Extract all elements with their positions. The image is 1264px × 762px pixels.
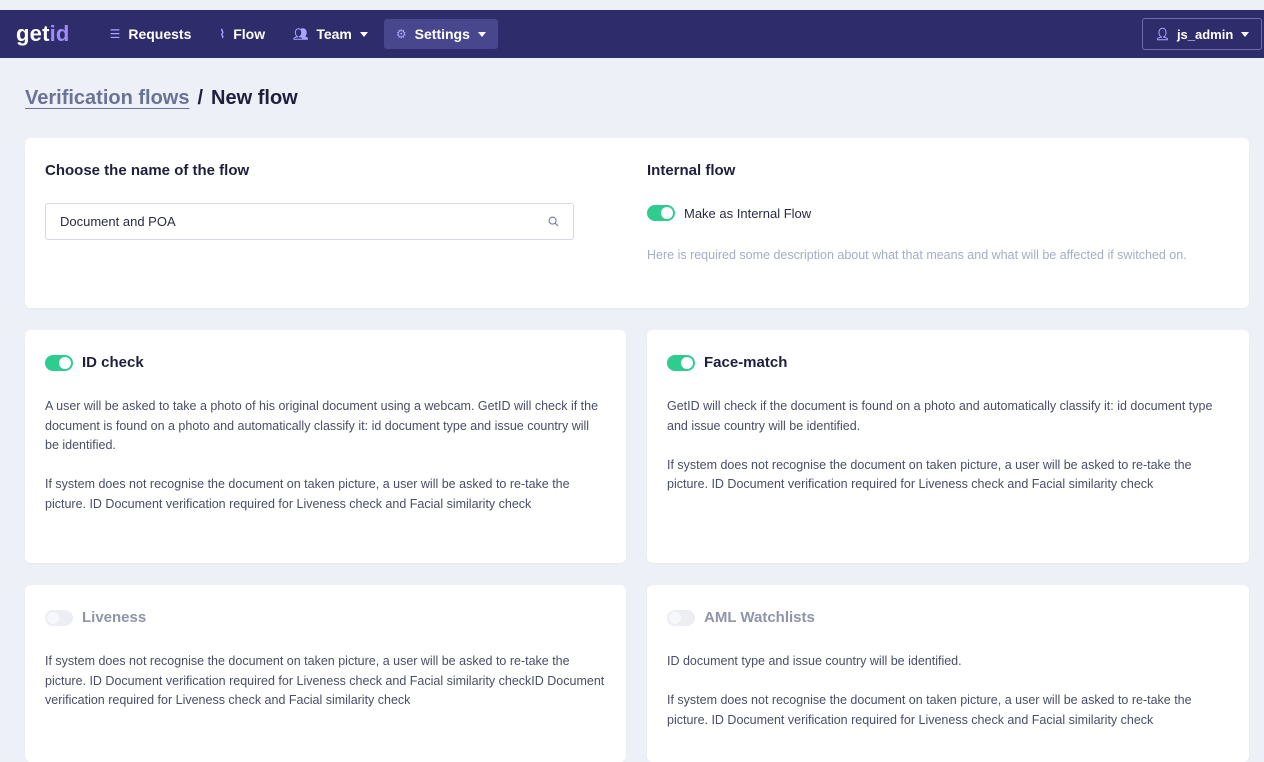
feature-title: AML Watchlists (704, 609, 815, 626)
user-menu-button[interactable]: 👤︎ js_admin (1142, 18, 1262, 50)
feature-description: ID document type and issue country will … (667, 652, 1227, 730)
list-icon: ☰ (109, 27, 121, 41)
internal-flow-toggle-label: Make as Internal Flow (684, 205, 812, 221)
internal-flow-toggle[interactable] (647, 205, 675, 221)
user-icon: 👤︎ (1154, 27, 1170, 41)
feature-paragraph: If system does not recognise the documen… (45, 654, 605, 707)
main-nav: ☰ Requests ⌇ Flow 👥︎ Team ⚙ Settings (98, 10, 502, 58)
breadcrumb-separator: / (197, 87, 204, 109)
getid-logo[interactable]: getid (16, 21, 70, 47)
feature-header: AML Watchlists (667, 609, 815, 626)
breadcrumb: Verification flows / New flow (25, 87, 298, 110)
feature-paragraph: If system does not recognise the documen… (45, 477, 570, 511)
chevron-down-icon (1241, 31, 1250, 37)
flow-name-value: Document and POA (60, 214, 176, 229)
nav-settings-label: Settings (414, 26, 470, 42)
flow-settings-card: Choose the name of the flow Document and… (25, 138, 1249, 308)
chevron-down-icon (477, 31, 486, 37)
nav-settings[interactable]: ⚙ Settings (383, 19, 498, 49)
flow-name-title: Choose the name of the flow (45, 162, 250, 179)
search-icon (548, 216, 559, 227)
feature-header: Face-match (667, 354, 787, 371)
face-match-toggle[interactable] (667, 354, 695, 371)
feature-card-aml-watchlists: AML Watchlists ID document type and issu… (647, 585, 1249, 762)
flow-icon: ⌇ (219, 27, 226, 41)
feature-title: Face-match (704, 354, 788, 371)
users-icon: 👥︎ (293, 27, 309, 41)
feature-card-liveness: Liveness If system does not recognise th… (25, 585, 626, 762)
nav-requests-label: Requests (128, 26, 192, 42)
feature-paragraph: GetID will check if the document is foun… (667, 399, 1213, 433)
feature-title: Liveness (82, 609, 147, 626)
breadcrumb-link-verification-flows[interactable]: Verification flows (25, 87, 189, 110)
gear-icon: ⚙ (395, 27, 407, 41)
chevron-down-icon (359, 31, 368, 37)
nav-flow-label: Flow (233, 26, 266, 42)
feature-description: GetID will check if the document is foun… (667, 397, 1227, 495)
id-check-toggle[interactable] (45, 354, 73, 371)
user-name-label: js_admin (1176, 26, 1234, 42)
feature-header: ID check (45, 354, 144, 371)
feature-card-face-match: Face-match GetID will check if the docum… (647, 330, 1249, 563)
logo-text-main: get (16, 21, 50, 46)
nav-team-label: Team (316, 26, 352, 42)
logo-text-accent: id (49, 21, 70, 46)
nav-flow[interactable]: ⌇ Flow (207, 19, 277, 49)
nav-team[interactable]: 👥︎ Team (281, 19, 380, 49)
feature-card-id-check: ID check A user will be asked to take a … (25, 330, 626, 563)
internal-flow-description: Here is required some description about … (647, 248, 1187, 262)
feature-paragraph: A user will be asked to take a photo of … (45, 399, 599, 452)
feature-paragraph: ID document type and issue country will … (667, 654, 962, 668)
nav-requests[interactable]: ☰ Requests (98, 19, 204, 49)
liveness-toggle[interactable] (45, 609, 73, 626)
feature-paragraph: If system does not recognise the documen… (667, 457, 1192, 492)
internal-flow-title: Internal flow (647, 162, 736, 179)
internal-flow-toggle-row: Make as Internal Flow (647, 205, 811, 221)
feature-description: If system does not recognise the documen… (45, 652, 605, 711)
feature-description: A user will be asked to take a photo of … (45, 397, 605, 514)
flow-name-input[interactable]: Document and POA (45, 203, 574, 240)
feature-header: Liveness (45, 609, 146, 626)
top-navbar: getid ☰ Requests ⌇ Flow 👥︎ Team ⚙ Settin… (0, 10, 1264, 58)
page-title: New flow (211, 87, 298, 109)
feature-title: ID check (82, 354, 144, 371)
feature-paragraph: If system does not recognise the documen… (667, 693, 1192, 727)
aml-watchlists-toggle[interactable] (667, 609, 695, 626)
